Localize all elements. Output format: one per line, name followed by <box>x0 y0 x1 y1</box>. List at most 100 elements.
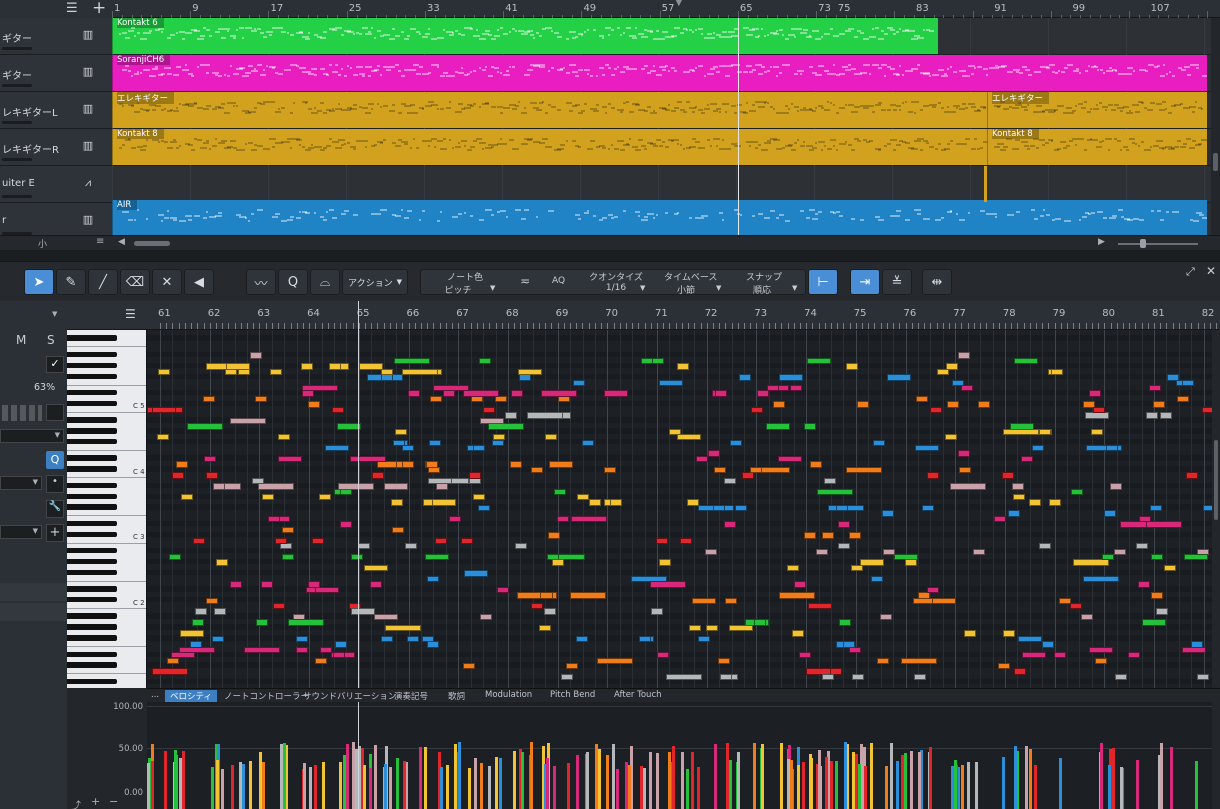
velocity-bar[interactable] <box>179 758 182 809</box>
velocity-bar[interactable] <box>151 761 154 809</box>
zoom-out-icon[interactable]: − <box>109 795 118 808</box>
midi-note[interactable] <box>656 537 668 545</box>
midi-note[interactable] <box>1146 412 1158 419</box>
midi-note[interactable] <box>713 504 725 512</box>
midi-note[interactable] <box>192 619 204 626</box>
midi-note[interactable] <box>561 673 573 681</box>
scroll-left-icon[interactable]: ◀ <box>118 237 125 247</box>
velocity-bar[interactable] <box>809 754 812 809</box>
midi-note[interactable] <box>193 537 205 545</box>
midi-note[interactable] <box>206 597 218 604</box>
velocity-bar[interactable] <box>586 752 589 809</box>
quantize-q-button[interactable]: Q <box>46 451 64 469</box>
velocity-bar[interactable] <box>259 752 262 809</box>
midi-note[interactable] <box>576 635 588 643</box>
midi-note[interactable] <box>804 532 816 539</box>
midi-note[interactable] <box>527 412 563 419</box>
velocity-bar[interactable] <box>890 743 893 809</box>
midi-note[interactable] <box>206 472 218 479</box>
clip[interactable]: エレキギター <box>112 92 987 128</box>
midi-note[interactable] <box>268 515 280 523</box>
mute-tool-button[interactable]: ✕ <box>152 269 182 295</box>
midi-note[interactable] <box>557 515 569 523</box>
midi-note[interactable] <box>1167 374 1179 381</box>
midi-note[interactable] <box>1106 444 1118 452</box>
midi-note[interactable] <box>157 434 169 441</box>
midi-note[interactable] <box>449 515 461 523</box>
midi-note[interactable] <box>915 444 939 452</box>
velocity-bar[interactable] <box>612 744 615 809</box>
velocity-bar[interactable] <box>780 743 783 809</box>
midi-note[interactable] <box>256 619 268 626</box>
midi-note[interactable] <box>779 374 803 381</box>
midi-note[interactable] <box>370 581 382 588</box>
midi-note[interactable] <box>312 537 324 545</box>
list-icon[interactable]: ☰ <box>125 307 136 321</box>
velocity-bar[interactable] <box>221 769 224 809</box>
midi-note[interactable] <box>883 548 895 555</box>
midi-note[interactable] <box>325 444 349 452</box>
midi-note[interactable] <box>1151 592 1163 599</box>
midi-note[interactable] <box>794 581 806 588</box>
midi-note[interactable] <box>1091 428 1103 436</box>
midi-note[interactable] <box>374 613 398 621</box>
midi-note[interactable] <box>739 374 751 381</box>
midi-note[interactable] <box>1032 444 1044 452</box>
velocity-bar[interactable] <box>576 755 579 809</box>
quantize-value[interactable]: 1/16 <box>596 283 636 293</box>
midi-note[interactable] <box>692 597 716 604</box>
midi-note[interactable] <box>659 379 683 386</box>
midi-note[interactable] <box>1153 401 1165 408</box>
velocity-bar[interactable] <box>314 765 317 809</box>
velocity-bar[interactable] <box>870 743 873 809</box>
velocity-bar[interactable] <box>686 769 689 809</box>
midi-note[interactable] <box>1029 499 1041 506</box>
black-key[interactable] <box>67 400 117 407</box>
midi-note[interactable] <box>270 368 282 376</box>
velocity-bar[interactable] <box>844 742 847 809</box>
midi-note[interactable] <box>639 635 651 643</box>
black-key[interactable] <box>67 439 117 445</box>
velocity-bar[interactable] <box>403 761 406 809</box>
midi-note[interactable] <box>843 641 855 648</box>
velocity-bar[interactable] <box>339 762 342 809</box>
midi-note[interactable] <box>978 401 990 408</box>
velocity-vertical-scrollbar[interactable] <box>1212 702 1220 809</box>
velocity-bar[interactable] <box>352 742 355 809</box>
midi-note[interactable] <box>958 352 970 359</box>
midi-note[interactable] <box>1128 652 1140 659</box>
midi-note[interactable] <box>604 390 628 397</box>
midi-note[interactable] <box>381 368 393 376</box>
velocity-bar[interactable] <box>1014 746 1017 809</box>
midi-note[interactable] <box>927 586 939 594</box>
midi-note[interactable] <box>807 357 831 365</box>
midi-note[interactable] <box>435 537 447 545</box>
midi-note[interactable] <box>901 657 937 664</box>
midi-note[interactable] <box>932 597 956 604</box>
midi-note[interactable] <box>187 423 223 430</box>
arrange-ruler[interactable]: 1 9 17 25 33 41 49 57 65 73 75 83 91 99 107 ▼ <box>112 0 1220 18</box>
midi-note[interactable] <box>589 499 601 506</box>
midi-note[interactable] <box>718 657 730 664</box>
midi-note[interactable] <box>1018 635 1042 643</box>
midi-note[interactable] <box>319 494 331 501</box>
black-key[interactable] <box>67 613 117 619</box>
quantize-button[interactable]: Q <box>278 269 308 295</box>
velocity-bar[interactable] <box>211 767 214 809</box>
velocity-bar[interactable] <box>384 764 387 809</box>
piano-keyboard[interactable]: C 5 C 4 C 3 C 2 <box>67 330 147 688</box>
midi-note[interactable] <box>773 401 785 408</box>
midi-note[interactable] <box>708 450 720 457</box>
velocity-bar[interactable] <box>954 760 957 809</box>
midi-note[interactable] <box>216 559 228 566</box>
menu-icon[interactable]: ≡ <box>96 236 104 247</box>
midi-note[interactable] <box>443 390 455 397</box>
midi-note[interactable] <box>179 646 215 654</box>
midi-note[interactable] <box>1039 543 1051 550</box>
midi-note[interactable] <box>278 455 302 463</box>
midi-note[interactable] <box>1160 412 1172 419</box>
velocity-bar[interactable] <box>918 752 921 809</box>
black-key[interactable] <box>67 482 117 489</box>
wrench-button[interactable]: 🔧 <box>46 500 64 518</box>
midi-note[interactable] <box>857 401 869 408</box>
